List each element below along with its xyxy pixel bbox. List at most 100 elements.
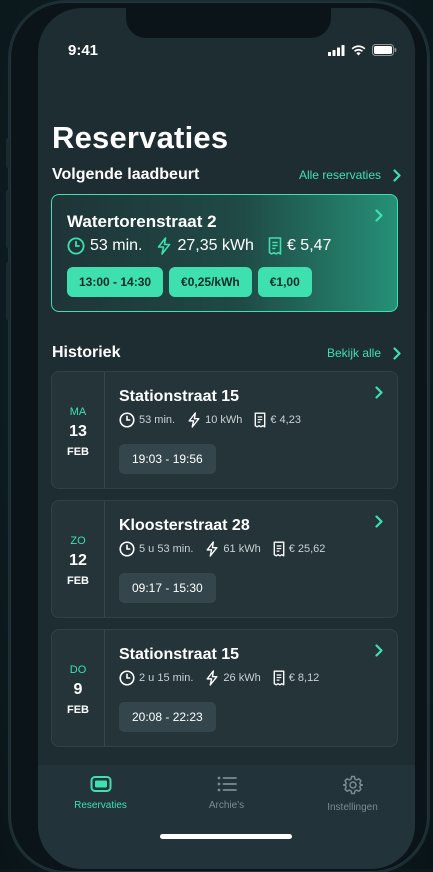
receipt-icon — [273, 670, 285, 686]
battery-icon — [90, 776, 111, 792]
history-cost: € 4,23 — [270, 414, 301, 426]
history-day: 9 — [73, 681, 83, 698]
history-date: MA 13 FEB — [52, 372, 105, 488]
mute-switch — [6, 138, 10, 168]
next-chips: 13:00 - 14:30 €0,25/kWh €1,00 — [67, 267, 312, 297]
status-time: 9:41 — [68, 42, 99, 59]
fee-chip: €1,00 — [257, 267, 312, 297]
history-section-title: Historiek — [52, 344, 121, 361]
tab-instellingen[interactable]: Instellingen — [290, 775, 415, 813]
tab-reservaties[interactable]: Reservaties — [38, 775, 163, 811]
history-item[interactable]: DO 9 FEB Stationstraat 15 2 u 15 min. 26… — [51, 629, 398, 747]
clock-icon — [119, 541, 135, 557]
list-icon — [217, 776, 237, 792]
cost-stat: € 4,23 — [254, 412, 301, 428]
tab-label: Archie's — [208, 800, 245, 811]
clock-icon — [67, 237, 85, 255]
energy-stat: 10 kWh — [187, 412, 242, 428]
tab-archies[interactable]: Archie's — [164, 775, 289, 811]
status-icons — [328, 44, 397, 56]
history-cost: € 8,12 — [288, 672, 320, 684]
history-address: Stationstraat 15 — [119, 646, 240, 663]
next-address: Watertorenstraat 2 — [67, 212, 217, 231]
history-stats: 53 min. 10 kWh € 4,23 — [119, 412, 313, 428]
gear-icon — [342, 775, 363, 795]
view-all-link[interactable]: Bekijk alle — [327, 346, 401, 360]
duration-stat: 53 min. — [67, 237, 142, 255]
battery-status-icon — [372, 44, 397, 56]
all-reservations-link[interactable]: Alle reservaties — [299, 168, 401, 182]
history-date: ZO 12 FEB — [52, 501, 105, 617]
duration-stat: 2 u 15 min. — [119, 670, 193, 686]
history-stats: 5 u 53 min. 61 kWh € 25,62 — [119, 541, 337, 557]
history-duration: 53 min. — [139, 414, 176, 426]
history-item[interactable]: MA 13 FEB Stationstraat 15 53 min. 10 kW… — [51, 371, 398, 489]
history-duration: 5 u 53 min. — [139, 543, 194, 555]
clock-icon — [119, 412, 135, 428]
lightning-icon — [188, 412, 200, 428]
duration-stat: 53 min. — [119, 412, 175, 428]
cost-stat: € 8,12 — [273, 670, 320, 686]
receipt-icon — [268, 237, 282, 255]
tab-label: Reservaties — [74, 800, 127, 811]
history-time-chip: 19:03 - 19:56 — [119, 444, 216, 474]
history-address: Stationstraat 15 — [119, 388, 240, 405]
tab-bar: Reservaties Archie's Instellingen — [38, 765, 415, 869]
app-screen: 9:41 Reservaties Volgende laadbeurt Alle… — [38, 8, 415, 869]
next-reservation-card[interactable]: Watertorenstraat 2 53 min. 27,35 kWh € 5… — [51, 194, 398, 312]
lightning-icon — [158, 237, 171, 255]
receipt-icon — [273, 541, 285, 557]
history-day: 13 — [69, 423, 87, 440]
next-section-header: Volgende laadbeurt Alle reservaties — [52, 166, 401, 184]
history-energy: 26 kWh — [223, 672, 261, 684]
next-section-title: Volgende laadbeurt — [52, 166, 200, 183]
view-all-label: Bekijk alle — [326, 346, 381, 360]
wifi-icon — [351, 44, 366, 55]
receipt-icon — [254, 412, 266, 428]
history-weekday: ZO — [70, 535, 86, 547]
history-weekday: MA — [69, 406, 87, 418]
volume-up-button — [6, 190, 10, 248]
history-cost: € 25,62 — [288, 543, 326, 555]
all-reservations-label: Alle reservaties — [298, 168, 381, 182]
lightning-icon — [206, 541, 218, 557]
clock-icon — [119, 670, 135, 686]
history-date: DO 9 FEB — [52, 630, 105, 746]
lightning-icon — [206, 670, 218, 686]
history-day: 12 — [69, 552, 87, 569]
chevron-right-icon — [375, 209, 383, 222]
history-time-chip: 20:08 - 22:23 — [119, 702, 216, 732]
history-month: FEB — [67, 446, 89, 458]
cost-stat: € 25,62 — [273, 541, 326, 557]
notch — [126, 8, 331, 38]
home-indicator[interactable] — [160, 834, 292, 839]
energy-stat: 27,35 kWh — [156, 237, 254, 255]
page-title: Reservaties — [52, 120, 229, 155]
history-address: Kloosterstraat 28 — [119, 517, 250, 534]
history-weekday: DO — [69, 664, 87, 676]
next-cost: € 5,47 — [286, 237, 332, 254]
cost-stat: € 5,47 — [268, 237, 331, 255]
signal-icon — [328, 44, 345, 56]
history-item[interactable]: ZO 12 FEB Kloosterstraat 28 5 u 53 min. … — [51, 500, 398, 618]
energy-stat: 61 kWh — [205, 541, 261, 557]
duration-stat: 5 u 53 min. — [119, 541, 193, 557]
next-duration: 53 min. — [90, 237, 143, 254]
chevron-right-icon — [393, 346, 401, 360]
next-stats: 53 min. 27,35 kWh € 5,47 — [67, 237, 345, 255]
history-energy: 61 kWh — [223, 543, 261, 555]
tab-label: Instellingen — [327, 802, 378, 813]
history-section-header: Historiek Bekijk alle — [52, 344, 401, 362]
time-chip: 13:00 - 14:30 — [67, 267, 164, 297]
chevron-right-icon — [393, 168, 401, 182]
history-stats: 2 u 15 min. 26 kWh € 8,12 — [119, 670, 331, 686]
history-energy: 10 kWh — [205, 414, 243, 426]
rate-chip: €0,25/kWh — [169, 267, 252, 297]
volume-down-button — [6, 262, 10, 320]
chevron-right-icon — [375, 644, 383, 657]
energy-stat: 26 kWh — [205, 670, 261, 686]
chevron-right-icon — [375, 386, 383, 399]
chevron-right-icon — [375, 515, 383, 528]
history-time-chip: 09:17 - 15:30 — [119, 573, 216, 603]
history-month: FEB — [67, 575, 89, 587]
